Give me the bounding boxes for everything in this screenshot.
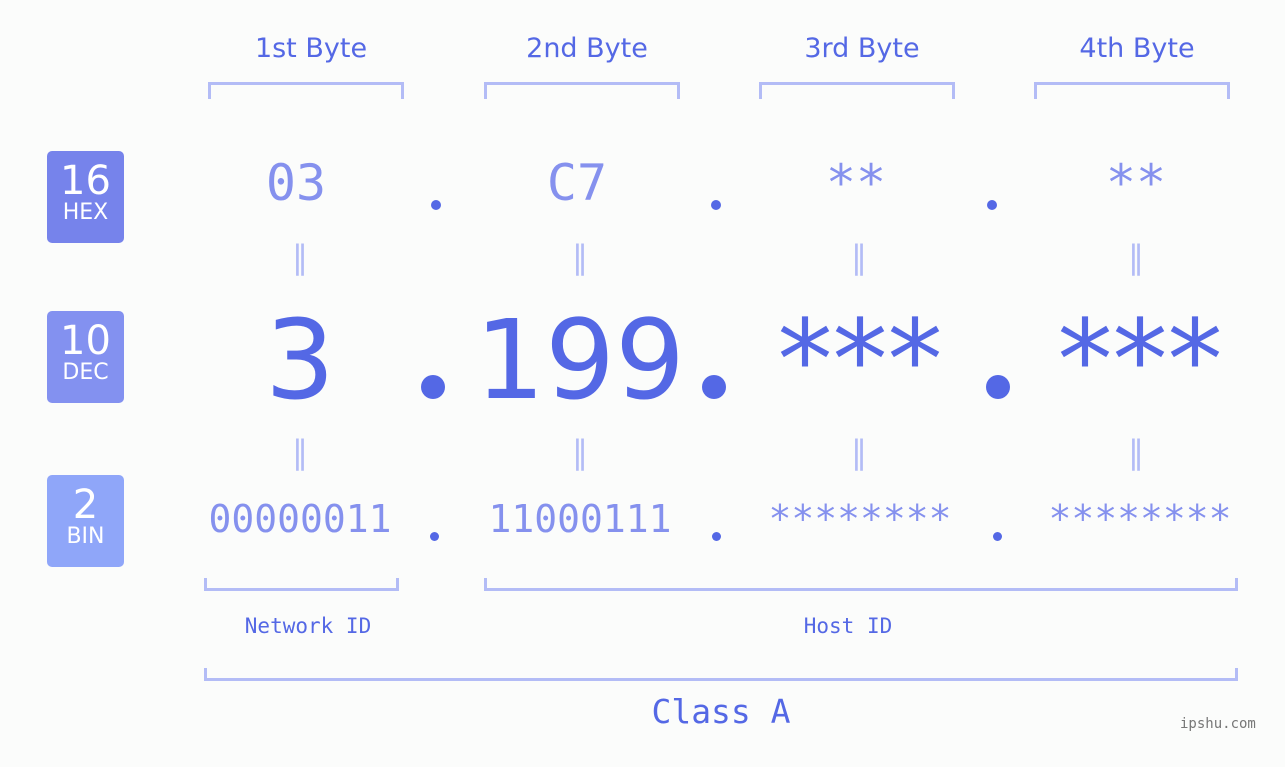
byte-bracket-2 xyxy=(484,82,680,99)
bin-byte-4: ******** xyxy=(1048,497,1232,541)
class-label: Class A xyxy=(651,692,791,731)
network-id-label: Network ID xyxy=(244,614,372,638)
host-id-bracket xyxy=(484,578,1238,591)
dec-byte-4: *** xyxy=(1057,296,1223,424)
hex-dot-3 xyxy=(987,200,997,210)
hex-byte-3: ** xyxy=(825,154,887,212)
equals-sign: ‖ xyxy=(292,238,308,276)
bin-dot-3 xyxy=(993,532,1002,541)
hex-byte-1: 03 xyxy=(265,154,327,212)
bin-dot-1 xyxy=(430,532,439,541)
hex-badge-base: 16 xyxy=(60,158,111,204)
byte-header-4: 4th Byte xyxy=(1079,33,1195,64)
equals-sign: ‖ xyxy=(851,238,867,276)
dec-badge: 10 DEC xyxy=(47,311,124,403)
class-bracket xyxy=(204,668,1238,681)
dec-byte-1: 3 xyxy=(265,296,335,424)
byte-bracket-1 xyxy=(208,82,404,99)
hex-byte-2: C7 xyxy=(546,154,608,212)
dec-byte-3: *** xyxy=(777,296,943,424)
byte-bracket-4 xyxy=(1034,82,1230,99)
equals-sign: ‖ xyxy=(292,433,308,471)
bin-badge: 2 BIN xyxy=(47,475,124,567)
equals-sign: ‖ xyxy=(851,433,867,471)
network-id-bracket xyxy=(204,578,399,591)
equals-sign: ‖ xyxy=(572,433,588,471)
dec-byte-2: 199 xyxy=(475,296,685,424)
hex-dot-2 xyxy=(711,200,721,210)
bin-badge-base: 2 xyxy=(72,482,99,528)
bin-byte-3: ******** xyxy=(768,497,952,541)
bin-byte-1: 00000011 xyxy=(208,497,392,541)
byte-header-3: 3rd Byte xyxy=(804,33,920,64)
byte-header-2: 2nd Byte xyxy=(526,33,648,64)
dec-dot-2 xyxy=(702,375,726,399)
host-id-label: Host ID xyxy=(803,614,893,638)
bin-dot-2 xyxy=(712,532,721,541)
watermark: ipshu.com xyxy=(1180,716,1256,732)
hex-badge-label: HEX xyxy=(62,200,109,225)
byte-bracket-3 xyxy=(759,82,955,99)
hex-badge: 16 HEX xyxy=(47,151,124,243)
bin-badge-label: BIN xyxy=(66,524,105,549)
equals-sign: ‖ xyxy=(1128,433,1144,471)
dec-dot-1 xyxy=(421,375,445,399)
hex-dot-1 xyxy=(431,200,441,210)
equals-sign: ‖ xyxy=(1128,238,1144,276)
dec-dot-3 xyxy=(986,375,1010,399)
byte-header-1: 1st Byte xyxy=(254,33,368,64)
dec-badge-label: DEC xyxy=(62,360,109,385)
equals-sign: ‖ xyxy=(572,238,588,276)
hex-byte-4: ** xyxy=(1105,154,1167,212)
bin-byte-2: 11000111 xyxy=(488,497,672,541)
dec-badge-base: 10 xyxy=(60,318,111,364)
